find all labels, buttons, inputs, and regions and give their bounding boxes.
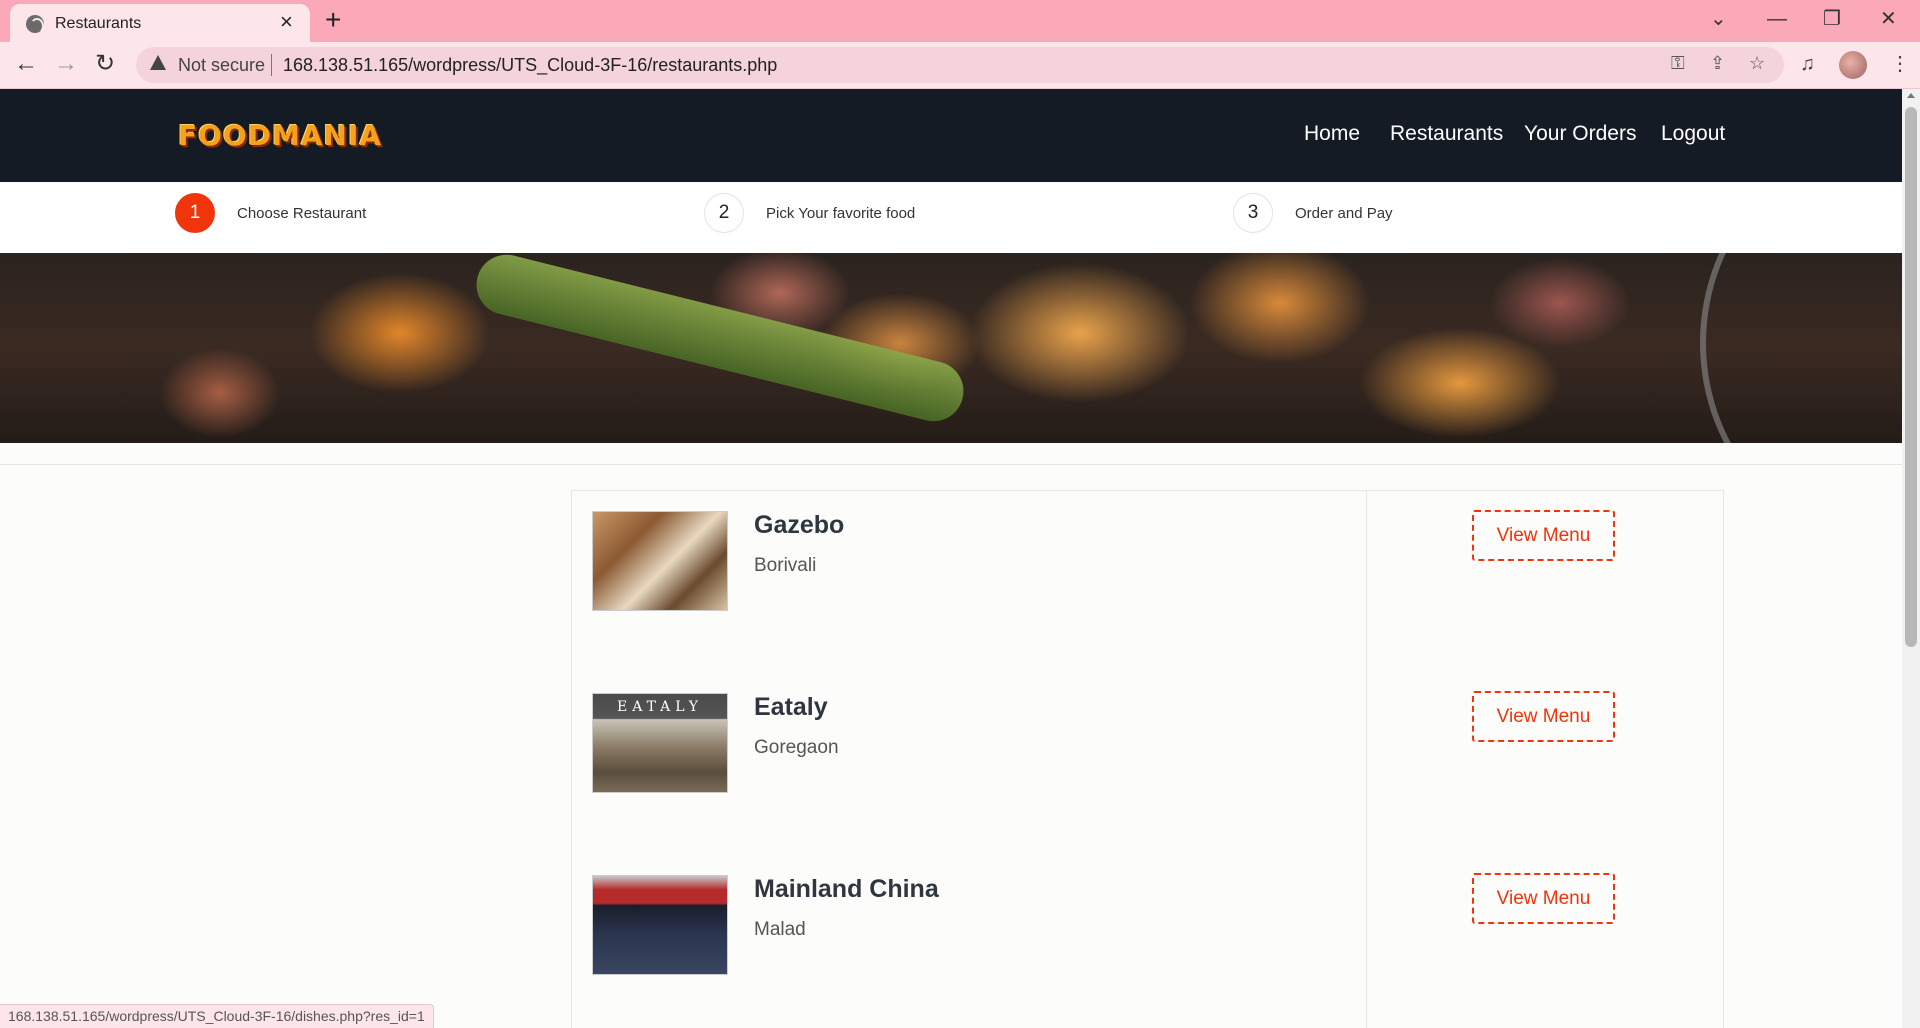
banner-pan-rim [1700,253,1902,443]
step-2-number: 2 [704,193,744,233]
reload-icon[interactable]: ↻ [95,50,115,78]
food-banner-image [0,253,1902,443]
list-column-divider [1366,491,1367,1028]
view-menu-button[interactable]: View Menu [1472,873,1615,924]
browser-toolbar: ← → ↻ Not secure 168.138.51.165/wordpres… [0,42,1920,89]
tab-search-icon[interactable]: ⌄ [1710,6,1727,32]
key-icon[interactable]: ⚿ [1671,53,1685,74]
media-icon[interactable]: ♫ [1800,51,1815,77]
view-menu-button[interactable]: View Menu [1472,510,1615,561]
banner-pepper [470,253,970,428]
restaurant-location: Malad [754,919,806,940]
restaurant-location: Goregaon [754,737,839,758]
bookmark-star-icon[interactable]: ☆ [1749,53,1765,74]
back-icon[interactable]: ← [14,50,38,78]
view-menu-button[interactable]: View Menu [1472,691,1615,742]
section-divider [0,464,1902,465]
globe-icon [26,15,44,34]
restaurant-image-sign: EATALY [617,699,703,715]
warning-icon [150,55,166,70]
scroll-up-arrow-icon[interactable] [1907,93,1915,98]
nav-logout[interactable]: Logout [1661,122,1725,146]
step-3-label: Order and Pay [1295,205,1393,222]
step-2-label: Pick Your favorite food [766,205,916,222]
new-tab-icon[interactable]: + [325,6,341,34]
profile-avatar[interactable] [1839,51,1867,79]
forward-icon[interactable]: → [54,50,78,78]
restaurant-name: Eataly [754,693,828,721]
share-icon[interactable]: ⇪ [1710,53,1725,74]
menu-kebab-icon[interactable]: ⋮ [1890,51,1910,77]
page-scrollbar[interactable] [1902,89,1920,1028]
address-bar[interactable]: Not secure 168.138.51.165/wordpress/UTS_… [136,47,1784,83]
close-tab-icon[interactable]: × [280,11,293,33]
browser-titlebar: Restaurants × + ⌄ — ❐ ✕ [0,0,1920,42]
scrollbar-thumb[interactable] [1905,107,1917,647]
step-1-number: 1 [175,193,215,233]
restore-icon[interactable]: ❐ [1823,6,1841,32]
url-text[interactable]: 168.138.51.165/wordpress/UTS_Cloud-3F-16… [283,55,777,76]
step-1-label: Choose Restaurant [237,205,367,222]
close-window-icon[interactable]: ✕ [1880,6,1897,32]
step-3-number: 3 [1233,193,1273,233]
restaurant-image[interactable] [592,511,728,611]
site-logo[interactable]: FOODMANIA [178,119,382,152]
site-header: FOODMANIA Home Restaurants Your Orders L… [0,89,1902,182]
address-separator [271,54,272,76]
restaurant-name: Mainland China [754,875,939,903]
restaurant-name: Gazebo [754,511,845,539]
security-label[interactable]: Not secure [178,55,265,76]
nav-home[interactable]: Home [1304,122,1360,146]
nav-your-orders[interactable]: Your Orders [1524,122,1636,146]
order-steps: 1 Choose Restaurant 2 Pick Your favorite… [0,182,1902,253]
browser-tab[interactable]: Restaurants × [10,4,310,42]
restaurant-list: Gazebo Borivali View Menu EATALY Eataly … [571,490,1724,1028]
restaurant-image[interactable]: EATALY [592,693,728,793]
minimize-icon[interactable]: — [1767,6,1787,32]
link-status-bar: 168.138.51.165/wordpress/UTS_Cloud-3F-16… [0,1004,434,1028]
restaurant-location: Borivali [754,555,817,576]
restaurant-image[interactable] [592,875,728,975]
nav-restaurants[interactable]: Restaurants [1390,122,1503,146]
tab-title: Restaurants [55,15,142,32]
